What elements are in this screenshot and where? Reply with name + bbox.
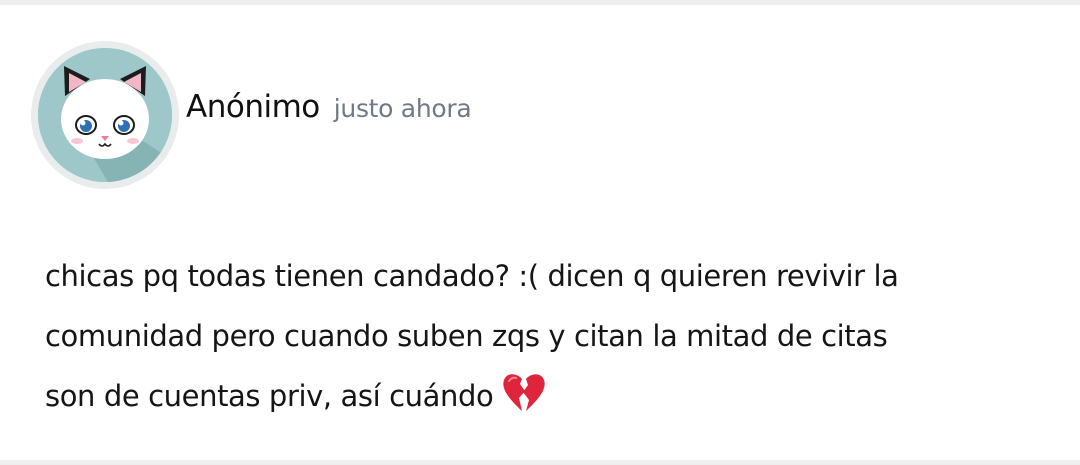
broken-heart-icon <box>503 374 545 411</box>
post-body-line-text: comunidad pero cuando suben zqs y citan … <box>45 319 888 353</box>
post-timestamp: justo ahora <box>333 94 472 123</box>
post-body-line-last: son de cuentas priv, así cuándo <box>45 366 1045 426</box>
bottom-divider <box>0 460 1080 465</box>
author-name[interactable]: Anónimo <box>186 89 320 125</box>
avatar[interactable] <box>31 41 179 189</box>
post-body-line: comunidad pero cuando suben zqs y citan … <box>45 306 1045 366</box>
post-body-line: chicas pq todas tienen candado? :( dicen… <box>45 259 899 293</box>
author-line: Anónimo justo ahora <box>186 89 472 139</box>
post-card: Anónimo justo ahora chicas pq todas tien… <box>0 0 1080 465</box>
post-body: chicas pq todas tienen candado? :( dicen… <box>45 246 1045 426</box>
post-body-line-text: son de cuentas priv, así cuándo <box>45 379 494 413</box>
avatar-frame <box>38 48 172 182</box>
white-cat-icon <box>38 48 172 182</box>
